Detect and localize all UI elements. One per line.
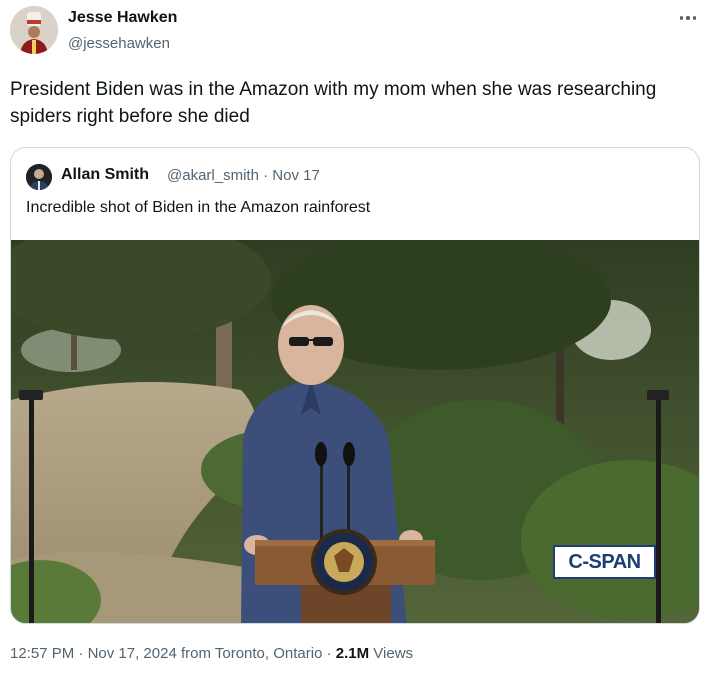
meta-separator: · <box>263 167 269 184</box>
quoted-date[interactable]: Nov 17 <box>272 167 320 184</box>
tweet-footer: 12:57 PM · Nov 17, 2024 from Toronto, On… <box>10 645 413 662</box>
dot <box>680 16 684 20</box>
post-location: from Toronto, Ontario <box>180 645 323 662</box>
tweet-text: President Biden was in the Amazon with m… <box>10 79 657 127</box>
author-avatar[interactable] <box>10 6 58 54</box>
views-label[interactable]: Views <box>373 645 413 662</box>
author-display-name[interactable]: Jesse Hawken <box>68 9 177 27</box>
author-handle[interactable]: @jessehawken <box>68 35 170 52</box>
quoted-author-avatar[interactable] <box>26 164 52 190</box>
quoted-tweet-card[interactable]: Allan Smith @akarl_smith · Nov 17 Incred… <box>10 147 700 624</box>
post-date[interactable]: Nov 17, 2024 <box>88 645 177 662</box>
tweet: Jesse Hawken @jessehawken President Bide… <box>0 0 710 677</box>
dot <box>686 16 690 20</box>
footer-separator: · <box>326 645 332 662</box>
quoted-meta: @akarl_smith · Nov 17 <box>167 167 320 184</box>
views-count[interactable]: 2.1M <box>336 645 369 662</box>
quoted-author-handle[interactable]: @akarl_smith <box>167 167 259 184</box>
dot <box>692 16 696 20</box>
post-time[interactable]: 12:57 PM <box>10 645 74 662</box>
footer-separator: · <box>78 645 84 662</box>
quoted-author-name[interactable]: Allan Smith <box>61 166 149 184</box>
more-horizontal-icon[interactable] <box>676 10 700 26</box>
cspan-watermark: C-SPAN <box>553 545 656 579</box>
quoted-tweet-text: Incredible shot of Biden in the Amazon r… <box>26 199 371 216</box>
